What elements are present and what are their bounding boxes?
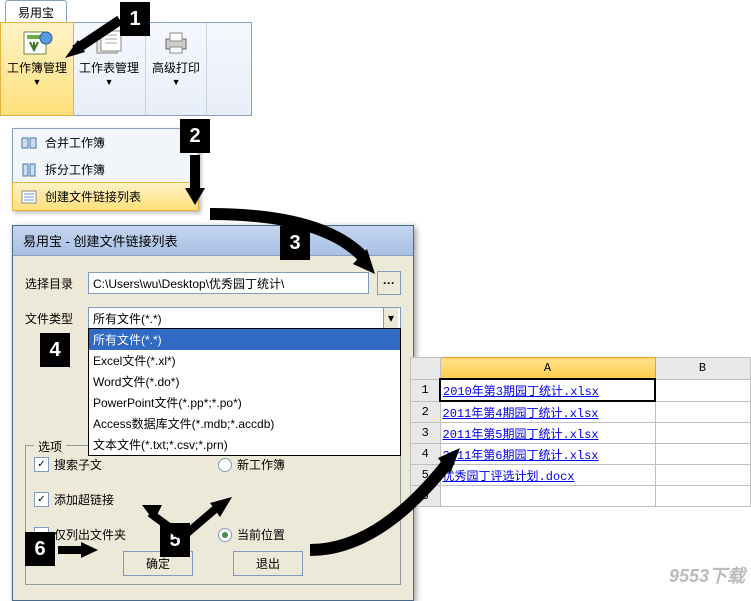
step-marker-5: 5 [160, 523, 190, 557]
result-sheet: AB 12010年第3期园丁统计.xlsx 22011年第4期园丁统计.xlsx… [410, 357, 751, 507]
chk-label: 搜索子文 [54, 456, 102, 473]
rad-label: 当前位置 [237, 526, 285, 543]
row-header[interactable]: 2 [411, 401, 441, 423]
step-marker-1: 1 [120, 2, 150, 36]
radio-icon [218, 458, 232, 472]
file-link[interactable]: 优秀园丁评选计划.docx [443, 470, 575, 484]
dropdown-arrow-icon: ▼ [33, 77, 42, 87]
workbook-mgmt-button[interactable]: 工作簿管理 ▼ [0, 22, 74, 116]
menu-create-links[interactable]: 创建文件链接列表 [12, 182, 199, 211]
step-marker-6: 6 [25, 532, 55, 566]
dropdown-arrow-icon: ▼ [105, 77, 114, 87]
dir-label: 选择目录 [25, 275, 80, 292]
combo-option[interactable]: 文本文件(*.txt;*.csv;*.prn) [89, 434, 400, 455]
btn-label: 工作簿管理 [7, 61, 67, 75]
btn-label: 高级打印 [152, 61, 200, 75]
options-fieldset: 选项 ✓搜索子文 新工作簿 ✓添加超链接 仅列出文件夹 当前位置 确定 退出 [25, 445, 401, 585]
col-header-a[interactable]: A [440, 358, 655, 380]
menu-merge[interactable]: 合并工作簿 [13, 129, 198, 156]
file-link[interactable]: 2011年第5期园丁统计.xlsx [443, 428, 599, 442]
radio-icon [218, 528, 232, 542]
menu-label: 创建文件链接列表 [45, 188, 141, 205]
checkbox-icon: ✓ [34, 457, 49, 472]
cancel-button[interactable]: 退出 [233, 551, 303, 576]
create-links-dialog: 易用宝 - 创建文件链接列表 选择目录 C:\Users\wu\Desktop\… [12, 225, 414, 601]
checkbox-icon: ✓ [34, 492, 49, 507]
combo-value[interactable]: 所有文件(*.*) [88, 307, 401, 329]
combo-option[interactable]: PowerPoint文件(*.pp*;*.po*) [89, 392, 400, 413]
corner-cell[interactable] [411, 358, 441, 380]
dropdown-arrow-icon: ▼ [172, 77, 181, 87]
combo-option[interactable]: Word文件(*.do*) [89, 371, 400, 392]
type-combo[interactable]: 所有文件(*.*) 所有文件(*.*) Excel文件(*.xl*) Word文… [88, 307, 401, 329]
step-marker-3: 3 [280, 226, 310, 260]
chk-label: 仅列出文件夹 [54, 526, 126, 543]
menu-label: 合并工作簿 [45, 134, 105, 151]
menu-label: 拆分工作簿 [45, 161, 105, 178]
row-header[interactable]: 5 [411, 465, 441, 486]
combo-list: 所有文件(*.*) Excel文件(*.xl*) Word文件(*.do*) P… [88, 328, 401, 456]
dialog-title: 易用宝 - 创建文件链接列表 [13, 226, 413, 256]
step-marker-4: 4 [40, 333, 70, 367]
menu-split[interactable]: 拆分工作簿 [13, 156, 198, 183]
printer-icon [160, 27, 192, 59]
list-icon [21, 189, 37, 205]
chk-label: 添加超链接 [54, 491, 114, 508]
dir-input[interactable]: C:\Users\wu\Desktop\优秀园丁统计\ [88, 272, 369, 294]
btn-label: 工作表管理 [79, 61, 139, 75]
merge-icon [21, 135, 37, 151]
chk-hyperlink[interactable]: ✓ 添加超链接 [34, 491, 208, 508]
worksheet-mgmt-button[interactable]: 工作表管理 ▼ [73, 23, 146, 115]
step-marker-2: 2 [180, 119, 210, 153]
rad-current-pos[interactable]: 当前位置 [218, 526, 392, 543]
combo-option[interactable]: 所有文件(*.*) [89, 329, 400, 350]
ribbon-tab[interactable]: 易用宝 [5, 0, 67, 24]
row-header[interactable]: 3 [411, 423, 441, 444]
split-icon [21, 162, 37, 178]
row-header[interactable]: 1 [411, 379, 441, 401]
ribbon: 工作簿管理 ▼ 工作表管理 ▼ 高级打印 ▼ [0, 22, 252, 116]
watermark: 9553下载 [669, 562, 745, 588]
options-legend: 选项 [34, 438, 66, 455]
combo-option[interactable]: Excel文件(*.xl*) [89, 350, 400, 371]
combo-option[interactable]: Access数据库文件(*.mdb;*.accdb) [89, 413, 400, 434]
file-link[interactable]: 2011年第4期园丁统计.xlsx [443, 407, 599, 421]
rad-label: 新工作簿 [237, 456, 285, 473]
type-label: 文件类型 [25, 310, 80, 327]
row-header[interactable]: 6 [411, 486, 441, 507]
file-link[interactable]: 2011年第6期园丁统计.xlsx [443, 449, 599, 463]
col-header-b[interactable]: B [655, 358, 750, 380]
rad-new-wb[interactable]: 新工作簿 [218, 456, 392, 473]
chk-subfolder[interactable]: ✓ 搜索子文 [34, 456, 208, 473]
row-header[interactable]: 4 [411, 444, 441, 465]
browse-button[interactable]: ··· [377, 271, 401, 295]
workbook-icon [21, 27, 53, 59]
dropdown-menu: 合并工作簿 拆分工作簿 创建文件链接列表 [12, 128, 199, 211]
file-link[interactable]: 2010年第3期园丁统计.xlsx [443, 385, 599, 399]
adv-print-button[interactable]: 高级打印 ▼ [146, 23, 207, 115]
